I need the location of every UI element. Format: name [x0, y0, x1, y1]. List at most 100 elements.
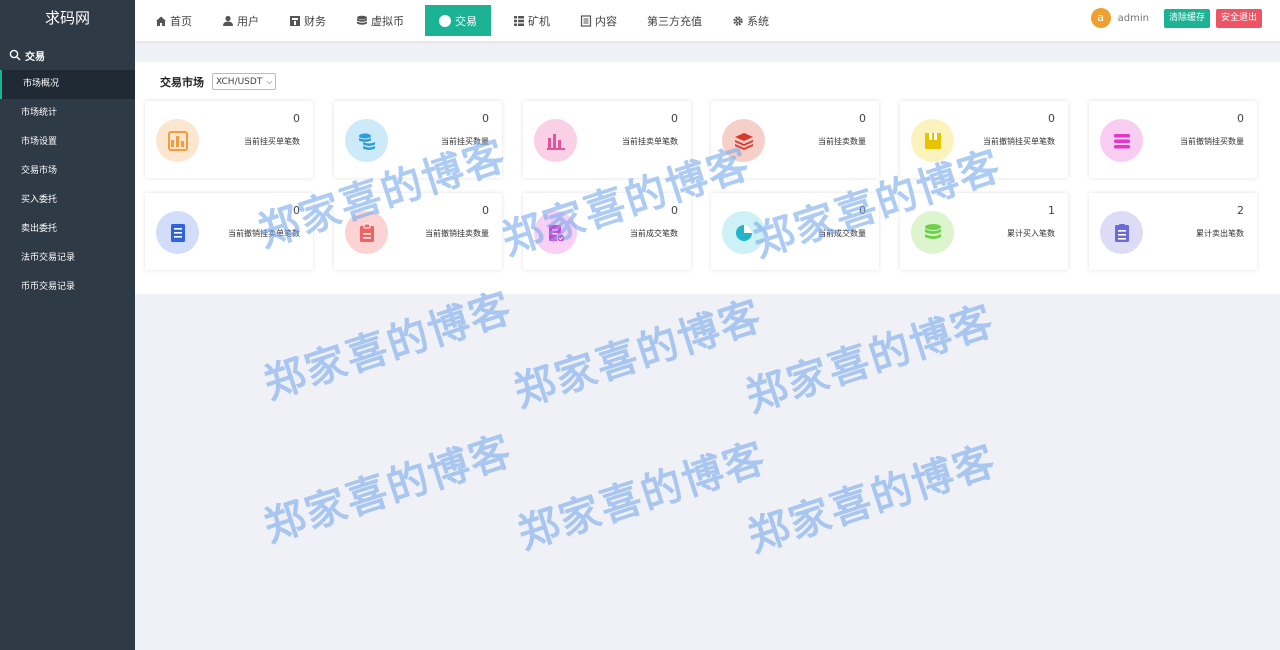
market-pair-value: XCH/USDT — [216, 76, 263, 87]
chevron-down-icon: ⌵ — [266, 76, 273, 86]
watermark: 郑家喜的博客 — [742, 436, 1003, 562]
nav-users[interactable]: 用户 — [212, 5, 269, 36]
top-nav: 首页 用户 财务 虚拟币 交易 矿机 内容 第三方充值 系统 a admin 清… — [135, 0, 1280, 41]
stat-value: 0 — [859, 204, 866, 217]
trade-icon — [439, 14, 451, 27]
nav-content[interactable]: 内容 — [570, 5, 627, 36]
watermark: 郑家喜的博客 — [512, 433, 773, 559]
pie-chart-icon — [722, 211, 765, 254]
stat-label: 当前撤销挂买单笔数 — [983, 137, 1055, 146]
watermark: 郑家喜的博客 — [508, 291, 769, 417]
home-icon — [156, 16, 166, 26]
coin-stack-icon — [357, 15, 367, 25]
stat-label: 当前挂买单笔数 — [244, 137, 300, 146]
clipboard-icon — [345, 211, 388, 254]
stat-value: 0 — [671, 204, 678, 217]
sidebar-item-market-stats[interactable]: 市场统计 — [0, 99, 135, 128]
avatar[interactable]: a — [1090, 8, 1111, 28]
nav-users-label: 用户 — [237, 14, 259, 28]
sidebar-item-fiat-records[interactable]: 法币交易记录 — [0, 244, 135, 273]
stat-card: 0 当前撤销挂卖单笔数 — [145, 193, 313, 270]
list-icon — [1100, 211, 1143, 254]
stat-card: 2 累计卖出笔数 — [1089, 193, 1257, 270]
save-icon — [911, 119, 954, 162]
nav-finance[interactable]: 财务 — [279, 5, 336, 36]
nav-third-party-recharge[interactable]: 第三方充值 — [637, 5, 712, 36]
stat-card: 1 累计买入笔数 — [900, 193, 1068, 270]
database-icon — [911, 211, 954, 254]
stat-card: 0 当前挂卖单笔数 — [523, 101, 691, 178]
document-icon — [156, 211, 199, 254]
sidebar: 求码网 交易 市场概况 市场统计 市场设置 交易市场 买入委托 卖出委托 法币交… — [0, 0, 135, 650]
coins-icon — [345, 119, 388, 162]
bar-chart-icon — [156, 119, 199, 162]
stat-card: 0 当前撤销挂买单笔数 — [900, 101, 1068, 178]
document-icon — [580, 14, 592, 27]
stat-card: 0 当前成交笔数 — [523, 193, 691, 270]
market-title: 交易市场 — [160, 75, 204, 89]
search-icon — [9, 49, 21, 61]
nav-crypto-label: 虚拟币 — [371, 14, 404, 28]
stat-label: 当前成交笔数 — [630, 229, 678, 238]
nav-miner[interactable]: 矿机 — [503, 5, 560, 36]
sidebar-item-trade-market[interactable]: 交易市场 — [0, 157, 135, 186]
username[interactable]: admin — [1118, 13, 1149, 24]
nav-trade[interactable]: 交易 — [425, 5, 491, 36]
stat-value: 2 — [1237, 204, 1244, 217]
column-chart-icon — [534, 119, 577, 162]
stat-label: 当前撤销挂卖数量 — [425, 229, 489, 238]
market-overview-panel: 交易市场 XCH/USDT ⌵ 0 当前挂买单笔数 0 当前挂买数量 0 当前挂卖单笔数 0… — [135, 62, 1280, 294]
stat-label: 当前挂买数量 — [441, 137, 489, 146]
stat-value: 0 — [482, 204, 489, 217]
nav-system-label: 系统 — [747, 14, 769, 28]
stat-value: 0 — [1048, 112, 1055, 125]
menu-icon — [1100, 119, 1143, 162]
logout-button[interactable]: 安全退出 — [1215, 8, 1262, 28]
stat-value: 0 — [859, 112, 866, 125]
nav-third-party-label: 第三方充值 — [647, 14, 702, 28]
nav-home-label: 首页 — [170, 14, 192, 28]
stat-card: 0 当前挂买单笔数 — [145, 101, 313, 178]
stat-label: 当前挂卖数量 — [818, 137, 866, 146]
nav-crypto[interactable]: 虚拟币 — [346, 5, 414, 36]
stat-card: 0 当前撤销挂买数量 — [1089, 101, 1257, 178]
stat-value: 0 — [482, 112, 489, 125]
stat-card: 0 当前撤销挂卖数量 — [334, 193, 502, 270]
finance-icon — [290, 15, 300, 26]
user-area: a admin 清除缓存 安全退出 — [1090, 8, 1262, 28]
stat-value: 1 — [1048, 204, 1055, 217]
grid-icon — [514, 15, 524, 26]
clear-cache-button[interactable]: 清除缓存 — [1163, 8, 1210, 28]
brand-logo[interactable]: 求码网 — [0, 0, 135, 38]
stat-label: 当前撤销挂卖单笔数 — [228, 229, 300, 238]
market-selector-row: 交易市场 XCH/USDT ⌵ — [160, 73, 277, 90]
nav-trade-label: 交易 — [455, 14, 477, 28]
sidebar-group-trade[interactable]: 交易 — [0, 40, 135, 70]
market-pair-select[interactable]: XCH/USDT ⌵ — [212, 73, 277, 90]
sidebar-item-market-overview[interactable]: 市场概况 — [0, 70, 135, 99]
user-icon — [223, 15, 233, 26]
nav-miner-label: 矿机 — [528, 14, 550, 28]
sidebar-item-coin-records[interactable]: 币币交易记录 — [0, 273, 135, 302]
nav-finance-label: 财务 — [304, 14, 326, 28]
sidebar-item-market-settings[interactable]: 市场设置 — [0, 128, 135, 157]
nav-content-label: 内容 — [595, 14, 617, 28]
stat-label: 累计买入笔数 — [1007, 229, 1055, 238]
sidebar-group-label: 交易 — [25, 51, 45, 63]
stat-value: 0 — [293, 204, 300, 217]
checklist-icon — [534, 211, 577, 254]
stat-card: 0 当前挂卖数量 — [711, 101, 879, 178]
stat-label: 当前挂卖单笔数 — [622, 137, 678, 146]
stat-value: 0 — [293, 112, 300, 125]
stat-value: 0 — [1237, 112, 1244, 125]
stat-label: 当前成交数量 — [818, 229, 866, 238]
stat-card: 0 当前成交数量 — [711, 193, 879, 270]
stat-label: 当前撤销挂买数量 — [1180, 137, 1244, 146]
nav-system[interactable]: 系统 — [722, 5, 779, 36]
stat-card: 0 当前挂买数量 — [334, 101, 502, 178]
stat-label: 累计卖出笔数 — [1196, 229, 1244, 238]
sidebar-item-buy-orders[interactable]: 买入委托 — [0, 186, 135, 215]
watermark: 郑家喜的博客 — [258, 426, 519, 552]
nav-home[interactable]: 首页 — [145, 5, 202, 36]
sidebar-item-sell-orders[interactable]: 卖出委托 — [0, 215, 135, 244]
